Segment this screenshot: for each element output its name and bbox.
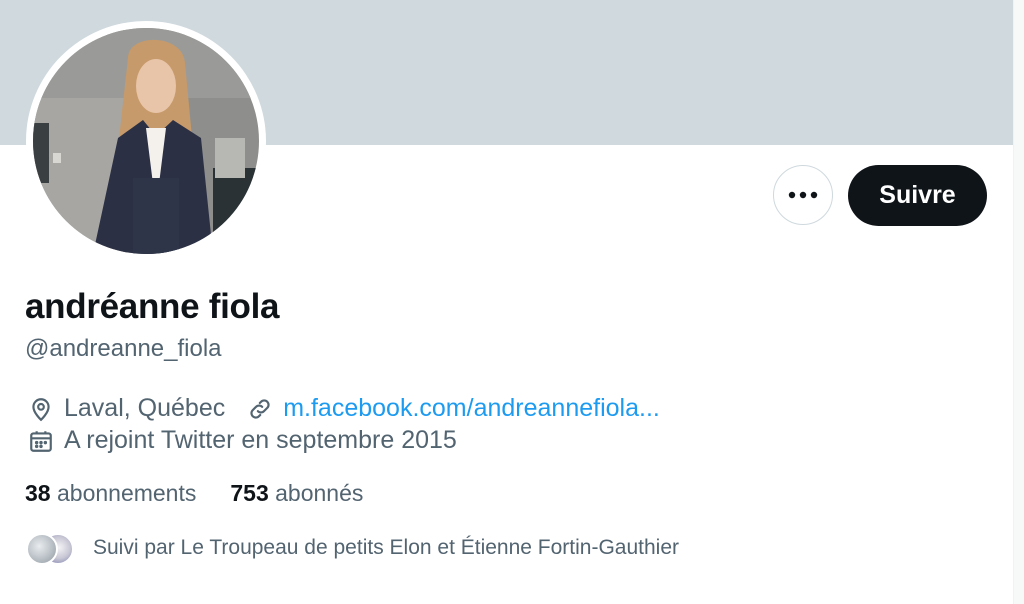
avatar[interactable] [33, 28, 259, 254]
more-horizontal-icon [788, 191, 818, 199]
location-pin-icon [28, 396, 54, 422]
follow-button[interactable]: Suivre [848, 165, 987, 226]
link-icon [247, 396, 273, 422]
handle: @andreanne_fiola [25, 335, 222, 362]
calendar-icon [28, 428, 54, 454]
profile-page: Suivre andréanne fiola @andreanne_fiola … [0, 0, 1024, 604]
scrollbar[interactable] [1013, 0, 1024, 604]
followers-count: 753 [230, 480, 269, 506]
follow-stats: 38 abonnements 753 abonnés [25, 480, 363, 507]
followed-by-link[interactable]: Suivi par Le Troupeau de petits Elon et … [26, 531, 679, 565]
avatar-photo [33, 28, 259, 254]
display-name: andréanne fiola [25, 287, 280, 326]
more-options-button[interactable] [773, 165, 833, 225]
followers-label: abonnés [275, 480, 364, 506]
following-link[interactable]: 38 abonnements [25, 480, 196, 507]
website-link[interactable]: m.facebook.com/andreannefiola... [283, 394, 660, 423]
location-text: Laval, Québec [64, 394, 226, 422]
following-label: abonnements [56, 480, 197, 506]
profile-meta-row: Laval, Québec m.facebook.com/andreannefi… [28, 394, 660, 423]
avatar [26, 533, 58, 565]
followers-you-know-avatars [26, 531, 74, 565]
followed-by-text: Suivi par Le Troupeau de petits Elon et … [93, 536, 680, 559]
join-date-row: A rejoint Twitter en septembre 2015 [28, 426, 457, 455]
join-date-text: A rejoint Twitter en septembre 2015 [64, 426, 457, 454]
followers-link[interactable]: 753 abonnés [230, 480, 363, 507]
following-count: 38 [25, 480, 51, 506]
